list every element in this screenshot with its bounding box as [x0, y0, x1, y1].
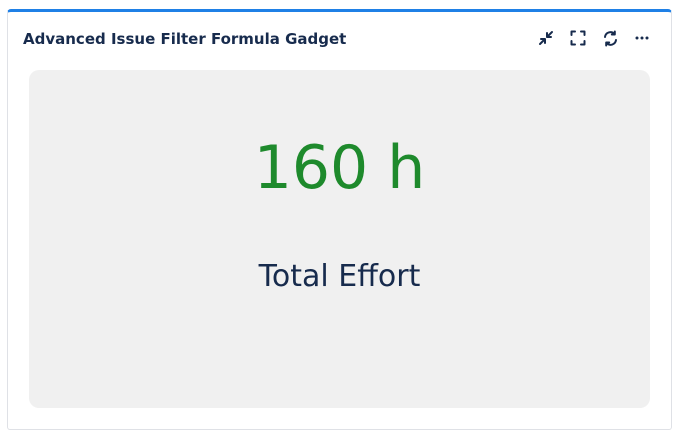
refresh-button[interactable]	[601, 29, 619, 47]
refresh-icon	[602, 30, 619, 47]
minimize-icon	[538, 30, 554, 46]
gadget-title: Advanced Issue Filter Formula Gadget	[23, 30, 347, 48]
gadget-container: Advanced Issue Filter Formula Gadget 160…	[7, 9, 672, 430]
fullscreen-icon	[570, 30, 586, 46]
gadget-header: Advanced Issue Filter Formula Gadget	[8, 12, 671, 68]
fullscreen-button[interactable]	[569, 29, 587, 47]
metric-value: 160 h	[253, 133, 426, 203]
metric-card: 160 h Total Effort	[29, 70, 650, 408]
minimize-button[interactable]	[537, 29, 555, 47]
gadget-actions	[537, 29, 651, 47]
more-icon	[634, 30, 650, 46]
metric-label: Total Effort	[258, 259, 421, 294]
more-options-button[interactable]	[633, 29, 651, 47]
